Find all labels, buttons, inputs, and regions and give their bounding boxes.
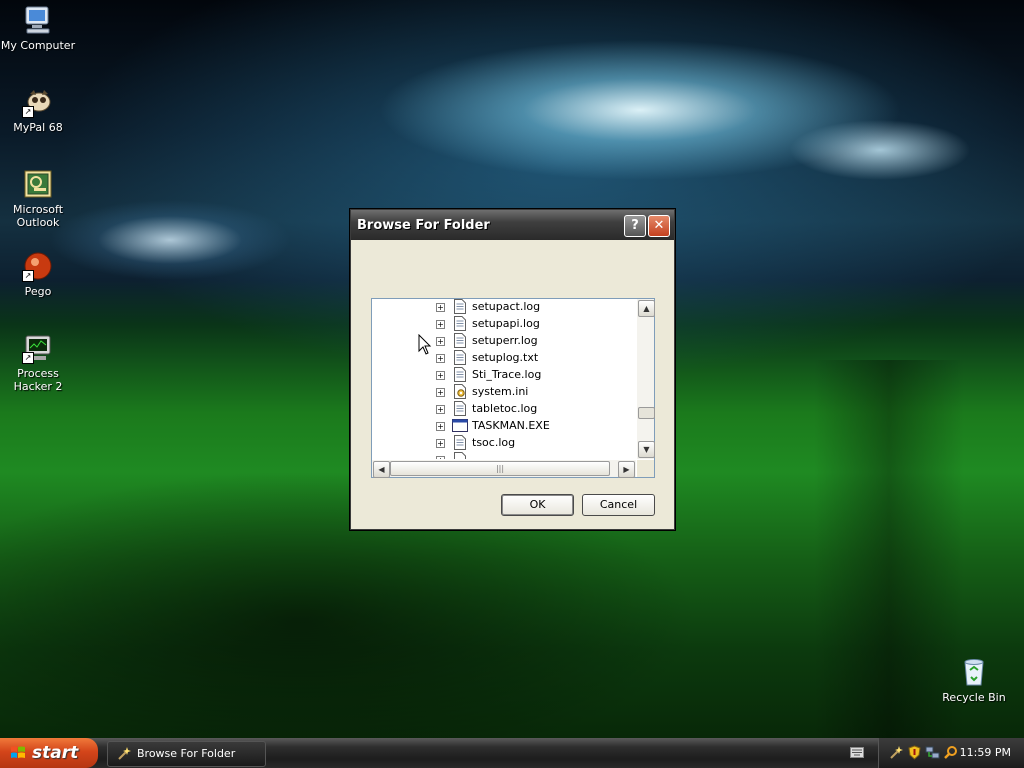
desktop-icon-my-computer[interactable]: My Computer: [0, 4, 76, 52]
tree-item[interactable]: + tabletoc.log: [372, 401, 636, 418]
shortcut-arrow-icon: ↗: [22, 106, 34, 118]
scroll-up-button[interactable]: ▲: [638, 300, 655, 317]
start-button[interactable]: start: [0, 738, 98, 768]
desktop-icon-pego[interactable]: ↗ Pego: [0, 250, 76, 298]
search-icon[interactable]: [943, 745, 958, 760]
close-icon: ✕: [653, 218, 665, 233]
folder-tree-viewport: + setupact.log + setupapi.log + setuperr…: [372, 299, 636, 459]
help-button[interactable]: ?: [624, 215, 646, 237]
scroll-left-button[interactable]: ◀: [373, 461, 390, 478]
tree-item[interactable]: + setuplog.txt: [372, 350, 636, 367]
tree-item[interactable]: + Sti_Trace.log: [372, 367, 636, 384]
tree-item-label: setupact.log: [472, 300, 541, 313]
desktop-icon-process-hacker[interactable]: ↗ Process Hacker 2: [0, 332, 76, 393]
expand-icon: +: [436, 456, 445, 459]
exe-file-icon: [452, 419, 468, 432]
expand-icon[interactable]: +: [436, 371, 445, 380]
mouse-cursor-icon: [418, 334, 432, 355]
shortcut-arrow-icon: ↗: [22, 352, 34, 364]
recycle-bin-icon: [958, 656, 990, 688]
tree-item-label: Sti_Trace.log: [472, 368, 542, 381]
browse-for-folder-dialog: Browse For Folder ? ✕ + setupact.log + s…: [350, 209, 675, 530]
tree-item-label: setuplog.txt: [472, 351, 539, 364]
my-computer-icon: [22, 4, 54, 36]
text-file-icon: [454, 333, 466, 348]
expand-icon[interactable]: +: [436, 354, 445, 363]
dialog-title: Browse For Folder: [357, 217, 490, 233]
expand-icon[interactable]: +: [436, 320, 445, 329]
desktop-icon-outlook[interactable]: Microsoft Outlook: [0, 168, 76, 229]
tree-item-label: tsoc.log: [472, 436, 516, 449]
tree-item-partial: +: [372, 452, 636, 459]
tree-item-label: setupapi.log: [472, 317, 540, 330]
help-icon: ?: [631, 218, 639, 233]
taskbar-button-label: Browse For Folder: [137, 747, 236, 760]
expand-icon[interactable]: +: [436, 422, 445, 431]
security-shield-icon[interactable]: [907, 745, 922, 760]
desktop-icon-label: My Computer: [0, 39, 76, 52]
tree-item[interactable]: + setuperr.log: [372, 333, 636, 350]
expand-icon[interactable]: +: [436, 439, 445, 448]
ok-button[interactable]: OK: [501, 494, 574, 516]
text-file-icon: [454, 435, 466, 450]
tree-item[interactable]: + system.ini: [372, 384, 636, 401]
system-tray: 11:59 PM: [878, 738, 1024, 768]
text-file-icon: [454, 299, 466, 314]
expand-icon[interactable]: +: [436, 303, 445, 312]
clock[interactable]: 11:59 PM: [960, 738, 1011, 768]
tree-item-label: tabletoc.log: [472, 402, 538, 415]
magic-wand-icon: [118, 747, 131, 760]
text-file-icon: [454, 401, 466, 416]
taskbar-button-browse-for-folder[interactable]: Browse For Folder: [107, 741, 266, 767]
tree-item[interactable]: + tsoc.log: [372, 435, 636, 452]
mypal-icon: ↗: [22, 86, 54, 118]
scroll-right-button[interactable]: ▶: [618, 461, 635, 478]
desktop-icon-label: Process Hacker 2: [13, 367, 63, 393]
close-button[interactable]: ✕: [648, 215, 670, 237]
expand-icon[interactable]: +: [436, 388, 445, 397]
desktop-icon-label: Pego: [24, 285, 52, 298]
vertical-scroll-thumb[interactable]: [638, 407, 655, 419]
vertical-scrollbar[interactable]: ▲ ▼: [637, 299, 655, 459]
tree-item-label: TASKMAN.EXE: [472, 419, 550, 432]
file-icon: [454, 452, 466, 459]
text-file-icon: [454, 367, 466, 382]
horizontal-scrollbar[interactable]: ◀ ||| ▶: [372, 460, 636, 478]
tree-item-label: setuperr.log: [472, 334, 538, 347]
dialog-titlebar[interactable]: Browse For Folder ? ✕: [351, 210, 674, 240]
taskbar: start Browse For Folder 11:59 PM: [0, 738, 1024, 768]
folder-tree[interactable]: + setupact.log + setupapi.log + setuperr…: [371, 298, 655, 478]
text-file-icon: [454, 350, 466, 365]
tree-item-label: system.ini: [472, 385, 529, 398]
keyboard-icon[interactable]: [850, 747, 864, 758]
desktop-icon-label: MyPal 68: [13, 121, 63, 134]
scroll-down-button[interactable]: ▼: [638, 441, 655, 458]
desktop-icon-mypal[interactable]: ↗ MyPal 68: [0, 86, 76, 134]
start-label: start: [32, 743, 79, 763]
horizontal-scroll-thumb[interactable]: |||: [390, 461, 610, 476]
desktop-icon-recycle-bin[interactable]: Recycle Bin: [936, 656, 1012, 704]
text-file-icon: [454, 316, 466, 331]
expand-icon[interactable]: +: [436, 405, 445, 414]
shortcut-arrow-icon: ↗: [22, 270, 34, 282]
cancel-button[interactable]: Cancel: [582, 494, 655, 516]
desktop-icon-label: Microsoft Outlook: [12, 203, 64, 229]
pego-icon: ↗: [22, 250, 54, 282]
tree-item[interactable]: + setupact.log: [372, 299, 636, 316]
windows-logo-icon: [11, 746, 25, 758]
network-icon[interactable]: [925, 745, 940, 760]
desktop-icon-label: Recycle Bin: [942, 691, 1006, 704]
tree-item[interactable]: + TASKMAN.EXE: [372, 418, 636, 435]
outlook-icon: [22, 168, 54, 200]
process-hacker-icon: ↗: [22, 332, 54, 364]
tree-item[interactable]: + setupapi.log: [372, 316, 636, 333]
expand-icon[interactable]: +: [436, 337, 445, 346]
scrollbar-corner: [637, 460, 654, 477]
ini-file-icon: [454, 384, 466, 399]
magic-wand-tray-icon[interactable]: [889, 745, 904, 760]
